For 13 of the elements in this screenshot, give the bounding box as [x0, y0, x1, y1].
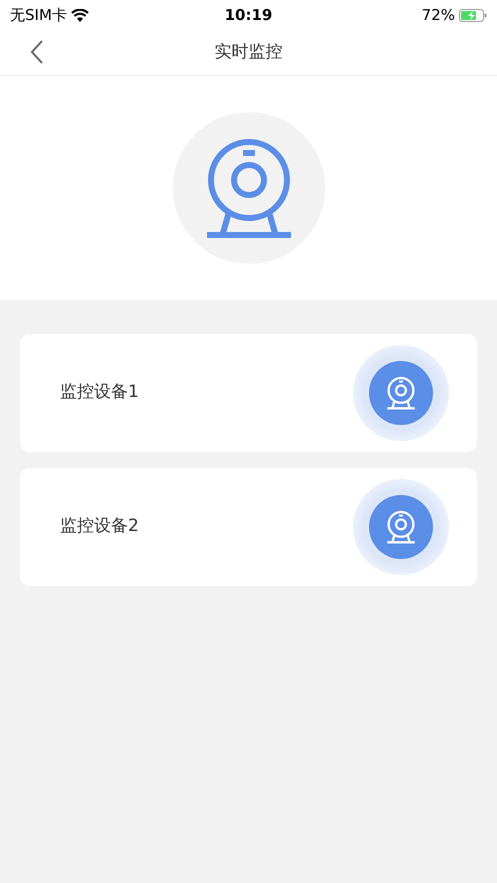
clock-time: 10:19 [224, 4, 272, 26]
device-card[interactable]: 监控设备2 [20, 468, 477, 586]
webcam-icon [386, 510, 416, 544]
back-button[interactable] [30, 39, 44, 65]
device-name: 监控设备2 [60, 515, 139, 538]
webcam-icon [386, 376, 416, 410]
device-card[interactable]: 监控设备1 [20, 334, 477, 452]
page-title: 实时监控 [214, 40, 282, 64]
wifi-icon [70, 8, 89, 22]
battery-percent: 72% [422, 4, 455, 26]
device-name: 监控设备1 [60, 381, 139, 404]
battery-icon [459, 8, 487, 22]
carrier-text: 无SIM卡 [10, 4, 67, 26]
